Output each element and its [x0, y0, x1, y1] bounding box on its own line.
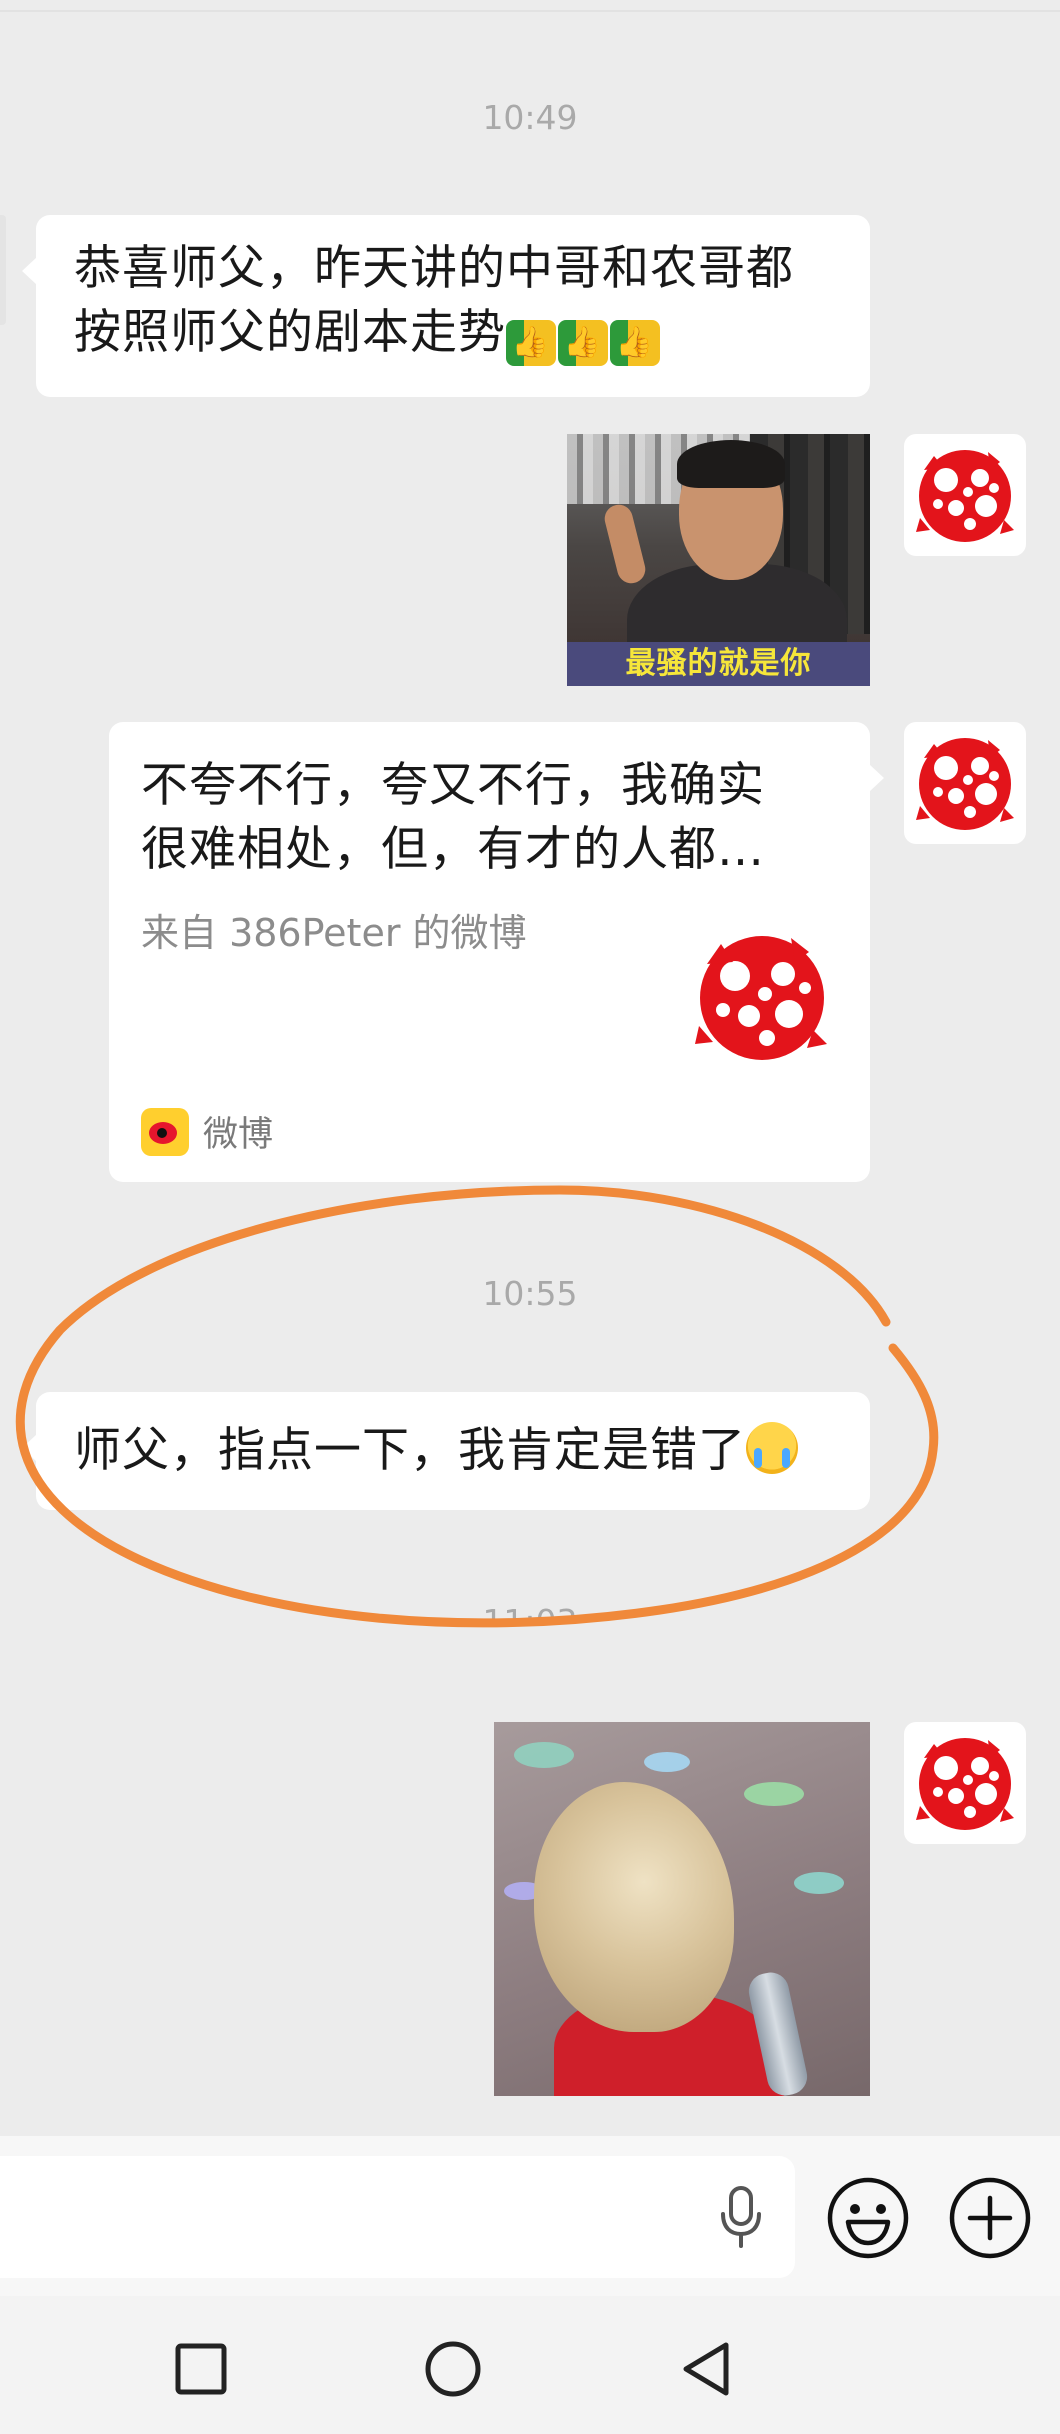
- card-title-line: 很难相处，但，有才的人都…: [141, 822, 765, 877]
- top-divider: [0, 10, 1060, 12]
- left-edge-stub: [0, 215, 6, 325]
- image-light-spot: [744, 1782, 804, 1806]
- message-input[interactable]: [0, 2156, 795, 2278]
- system-nav-bar: [0, 2296, 1060, 2434]
- message-text-line: 按照师父的剧本走势 👍 👍 👍: [74, 301, 832, 366]
- chat-input-bar: [0, 2136, 1060, 2296]
- card-title: 不夸不行，夸又不行，我确实 很难相处，但，有才的人都…: [141, 754, 821, 882]
- card-source: 来自 386Peter 的微博: [141, 911, 527, 955]
- thumbs-up-emoji-group: 👍 👍 👍: [506, 320, 660, 366]
- timestamp: 10:49: [482, 98, 578, 137]
- triangle-back-icon[interactable]: [680, 2340, 732, 2398]
- square-icon[interactable]: [174, 2342, 228, 2396]
- meme-caption: 最骚的就是你: [567, 642, 870, 686]
- weibo-icon: [141, 1107, 189, 1156]
- thumbs-up-icon: 👍: [610, 320, 660, 366]
- avatar[interactable]: [904, 1722, 1026, 1844]
- annotation-circle: [15, 1185, 939, 1628]
- papercut-avatar-icon: [916, 738, 1014, 830]
- message-text-line: 恭喜师父，昨天讲的中哥和农哥都: [74, 241, 794, 296]
- microphone-icon[interactable]: [716, 2184, 766, 2250]
- papercut-avatar-icon: [916, 1738, 1014, 1830]
- emoji-icon[interactable]: [826, 2176, 910, 2260]
- card-thumbnail-icon: [695, 936, 827, 1060]
- weibo-share-card[interactable]: 不夸不行，夸又不行，我确实 很难相处，但，有才的人都… 来自 386Peter …: [109, 722, 884, 1182]
- avatar[interactable]: [904, 434, 1026, 556]
- meme-image[interactable]: 最骚的就是你: [567, 434, 870, 686]
- image-figure-hair: [534, 1782, 734, 2032]
- image-figure-hair: [677, 440, 785, 488]
- circle-icon[interactable]: [424, 2340, 482, 2398]
- image-light-spot: [794, 1872, 844, 1894]
- message-text: 按照师父的剧本走势: [74, 305, 506, 360]
- message-bubble-incoming[interactable]: 恭喜师父，昨天讲的中哥和农哥都 按照师父的剧本走势 👍 👍 👍: [22, 215, 870, 397]
- thumbs-up-icon: 👍: [558, 320, 608, 366]
- plus-icon[interactable]: [948, 2176, 1032, 2260]
- gif-image[interactable]: [494, 1722, 870, 2096]
- card-title-line: 不夸不行，夸又不行，我确实: [141, 758, 765, 813]
- image-pointing-finger: [601, 501, 649, 587]
- image-light-spot: [514, 1742, 574, 1768]
- thumbs-up-icon: 👍: [506, 320, 556, 366]
- image-light-spot: [644, 1752, 690, 1772]
- papercut-avatar-icon: [916, 450, 1014, 542]
- avatar[interactable]: [904, 722, 1026, 844]
